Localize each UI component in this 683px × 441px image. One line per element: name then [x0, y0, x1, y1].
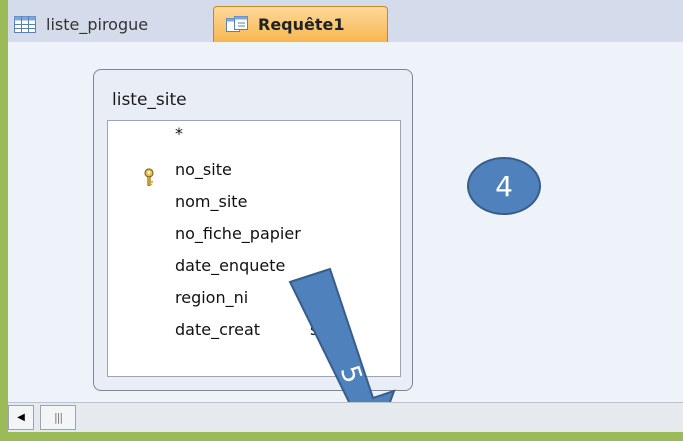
- horizontal-scrollbar[interactable]: ◀ |||: [8, 402, 683, 433]
- scroll-left-button[interactable]: ◀: [8, 405, 34, 430]
- frame-border: [0, 432, 683, 441]
- scroll-thumb[interactable]: |||: [40, 405, 76, 430]
- callout-arrow-5: 5: [288, 267, 396, 441]
